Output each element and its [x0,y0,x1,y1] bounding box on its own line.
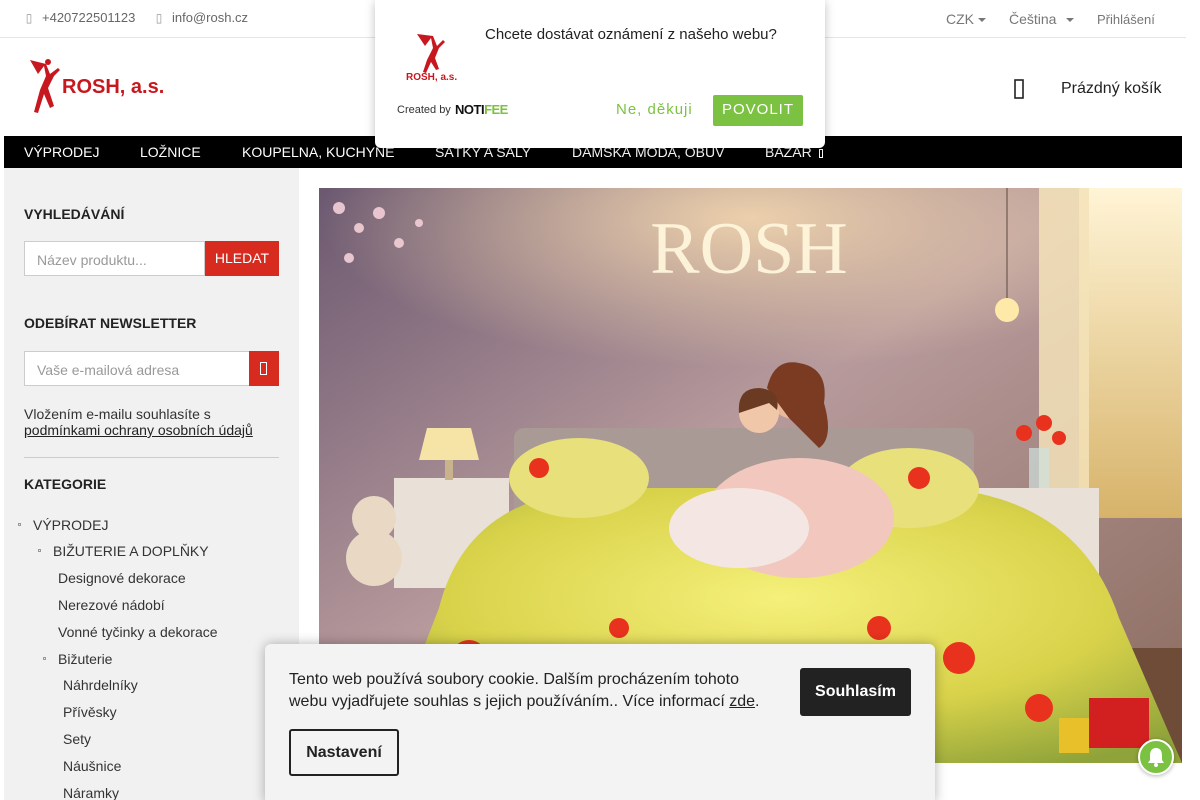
push-notification-dialog: ROSH, a.s. Chcete dostávat oznámení z na… [375,0,825,148]
search-button[interactable]: HLEDAT [205,241,279,276]
cookie-accept-button[interactable]: Souhlasím [800,668,911,716]
chevron-down-icon [1066,18,1075,23]
notif-logo-text: ROSH, a.s. [406,72,458,83]
phone-icon: ▯ [25,10,33,25]
newsletter-email-input[interactable]: Vaše e-mailová adresa [24,351,250,386]
cookie-consent-bar: Tento web používá soubory cookie. Dalším… [265,644,935,800]
nav-item-koupelna[interactable]: KOUPELNA, KUCHYNĚ [242,144,394,160]
nav-item-vyprodej[interactable]: VÝPRODEJ [24,144,99,160]
search-heading: VYHLEDÁVÁNÍ [24,206,125,222]
email-address[interactable]: info@rosh.cz [172,10,248,25]
notification-question: Chcete dostávat oznámení z našeho webu? [485,26,777,43]
created-by-label: Created by [397,104,451,116]
cart-label[interactable]: Prázdný košík [1061,80,1161,98]
consent-text: Vložením e-mailu souhlasíte s [24,406,211,422]
category-item[interactable]: Vonné tyčinky a dekorace [58,624,218,640]
language-select[interactable]: Čeština [1009,11,1075,27]
sidebar: VYHLEDÁVÁNÍ Název produktu... HLEDAT ODE… [4,168,299,800]
cookie-text: Tento web používá soubory cookie. Dalším… [289,671,740,710]
site-logo[interactable]: ROSH, a.s. [24,56,184,114]
newsletter-heading: ODEBÍRAT NEWSLETTER [24,315,197,331]
allow-button[interactable]: POVOLIT [713,95,803,126]
category-item[interactable]: BIŽUTERIE A DOPLŇKY [53,543,209,559]
cart-icon[interactable] [1012,78,1028,100]
logo-text: ROSH, a.s. [62,76,165,98]
category-item[interactable]: Designové dekorace [58,570,186,586]
category-item[interactable]: Nerezové nádobí [58,597,165,613]
dancer-logo-icon [30,59,60,113]
phone-contact[interactable]: ▯ +420722501123 [24,10,136,25]
notifee-brand[interactable]: NOTIFEE [455,102,508,117]
bullet-icon [43,657,46,660]
category-item[interactable]: Bižuterie [58,651,112,667]
login-link[interactable]: Přihlášení [1097,12,1155,27]
currency-label: CZK [946,11,974,27]
category-item[interactable]: Náramky [63,785,119,800]
deny-button[interactable]: Ne, děkuji [616,101,693,118]
category-item[interactable]: Náušnice [63,758,121,774]
category-item[interactable]: Náhrdelníky [63,677,138,693]
search-input[interactable]: Název produktu... [24,241,205,276]
brand-part-a: NOTI [455,102,485,117]
nav-item-loznice[interactable]: LOŽNICE [140,144,201,160]
email-icon: ▯ [155,10,163,25]
chevron-down-icon [818,149,823,158]
cookie-settings-button[interactable]: Nastavení [289,729,399,776]
phone-number[interactable]: +420722501123 [42,10,135,25]
language-label: Čeština [1009,11,1057,27]
cookie-more-info-link[interactable]: zde [729,693,755,710]
bell-icon[interactable] [1138,739,1174,775]
divider [24,457,279,458]
page: ▯ +420722501123 ▯ info@rosh.cz CZK Češti… [0,0,1200,800]
cookie-message: Tento web používá soubory cookie. Dalším… [289,671,760,710]
category-item[interactable]: Sety [63,731,91,747]
category-item[interactable]: VÝPRODEJ [33,517,108,533]
email-contact[interactable]: ▯ info@rosh.cz [154,10,248,25]
newsletter-consent: Vložením e-mailu souhlasíte s podmínkami… [24,406,284,438]
bullet-icon [38,549,41,552]
send-icon [260,362,267,375]
banner-title: ROSH [650,208,847,290]
brand-part-b: FEE [484,102,508,117]
bullet-icon [18,523,21,526]
category-item[interactable]: Přívěsky [63,704,117,720]
category-heading: KATEGORIE [24,476,107,492]
currency-select[interactable]: CZK [946,11,986,27]
chevron-down-icon [978,18,986,23]
privacy-policy-link[interactable]: podmínkami ochrany osobních údajů [24,422,253,438]
newsletter-submit-button[interactable] [249,351,279,386]
